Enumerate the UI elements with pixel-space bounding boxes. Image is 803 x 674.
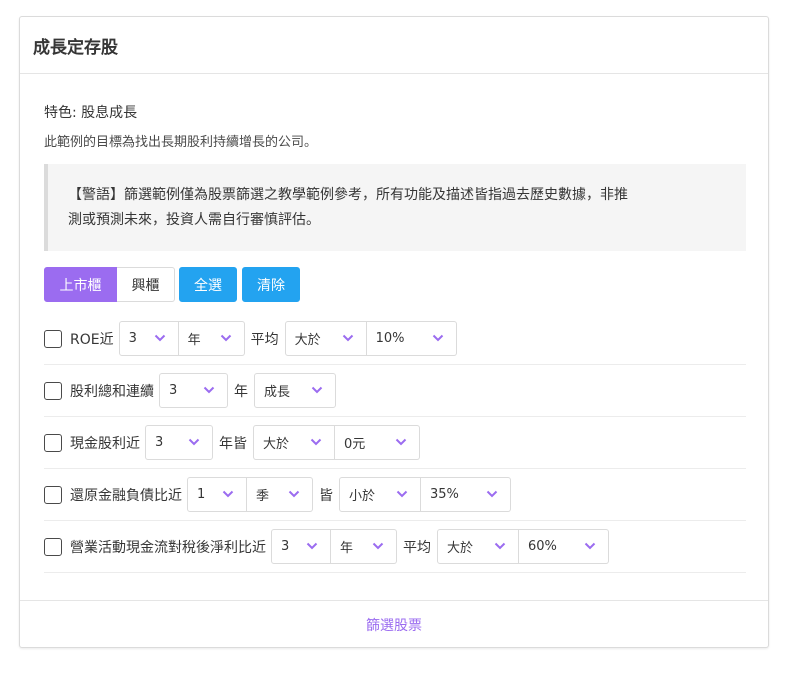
select-value: 3 — [169, 383, 178, 398]
select-value: 大於 — [294, 333, 321, 348]
condition-checkbox-cash-dividend[interactable] — [44, 433, 62, 452]
threshold-select[interactable]: 35% — [421, 477, 511, 512]
chevron-down-icon — [203, 386, 215, 394]
condition-label: 還原金融負債比近 — [70, 487, 182, 504]
chevron-down-icon — [396, 490, 408, 498]
select-all-button[interactable]: 全選 — [179, 267, 237, 302]
trend-select[interactable]: 成長 — [254, 373, 336, 408]
condition-checkbox-dividend-total[interactable] — [44, 381, 62, 400]
period-select-group: 1 季 — [187, 477, 313, 512]
select-value: 35% — [430, 487, 459, 502]
select-value: 年 — [187, 333, 201, 348]
condition-connector: 平均 — [403, 539, 431, 556]
condition-row-dividend-total: 股利總和連續 3 年 成長 — [44, 365, 746, 417]
card-footer: 篩選股票 — [20, 600, 768, 649]
select-value: 10% — [375, 331, 405, 346]
select-value: 大於 — [263, 437, 290, 452]
screen-stocks-link[interactable]: 篩選股票 — [366, 615, 422, 635]
chevron-down-icon — [342, 334, 353, 342]
chevron-down-icon — [310, 438, 322, 446]
feature-text: 特色: 股息成長 — [44, 105, 138, 121]
chevron-down-icon — [486, 490, 498, 498]
comparison-select[interactable]: 大於 — [284, 321, 367, 356]
condition-checkbox-roe[interactable] — [44, 329, 62, 348]
period-count-select[interactable]: 3 — [159, 373, 228, 408]
period-unit-select[interactable]: 季 — [247, 477, 313, 512]
condition-label: 現金股利近 — [70, 435, 140, 452]
chevron-down-icon — [372, 542, 384, 550]
condition-row-debt-ratio: 還原金融負債比近 1 季 皆 小於 35% — [44, 469, 746, 521]
card-header: 成長定存股 — [20, 17, 768, 74]
chevron-down-icon — [432, 334, 443, 342]
chevron-down-icon — [222, 490, 234, 498]
select-value: 3 — [128, 331, 137, 346]
comparison-select-group: 小於 35% — [339, 477, 511, 512]
condition-checkbox-debt-ratio[interactable] — [44, 485, 62, 504]
chevron-down-icon — [311, 386, 323, 394]
threshold-select[interactable]: 0元 — [335, 425, 420, 460]
threshold-select[interactable]: 60% — [519, 529, 609, 564]
period-unit-select[interactable]: 年 — [331, 529, 397, 564]
comparison-select-group: 大於 0元 — [253, 425, 420, 460]
select-value: 季 — [256, 489, 270, 504]
condition-checkbox-cashflow-ratio[interactable] — [44, 537, 62, 556]
select-value: 大於 — [447, 541, 474, 556]
period-select-group: 3 年 — [118, 321, 245, 356]
condition-row-roe: ROE近 3 年 平均 大於 10% — [44, 313, 746, 365]
condition-connector: 年 — [234, 383, 248, 400]
select-value: 成長 — [264, 385, 291, 400]
chevron-down-icon — [306, 542, 318, 550]
period-count-select[interactable]: 3 — [271, 529, 331, 564]
select-value: 年 — [340, 541, 354, 556]
condition-connector: 皆 — [319, 487, 333, 504]
market-button-row: 上市櫃 興櫃 全選 清除 — [44, 267, 300, 302]
condition-connector: 年皆 — [219, 435, 247, 452]
warning-box: 【警語】篩選範例僅為股票篩選之教學範例參考，所有功能及描述皆指過去歷史數據，非推… — [44, 164, 746, 251]
period-select-group: 3 — [145, 425, 213, 460]
comparison-select[interactable]: 小於 — [339, 477, 421, 512]
warning-line-1: 【警語】篩選範例僅為股票篩選之教學範例參考，所有功能及描述皆指過去歷史數據，非推 — [68, 187, 628, 203]
period-count-select[interactable]: 3 — [118, 321, 179, 356]
period-select-group: 3 — [159, 373, 228, 408]
period-count-select[interactable]: 3 — [145, 425, 213, 460]
card-title: 成長定存股 — [33, 37, 118, 58]
chevron-down-icon — [395, 438, 407, 446]
screener-card: 成長定存股 特色: 股息成長 此範例的目標為找出長期股利持續增長的公司。 【警語… — [19, 16, 769, 648]
chevron-down-icon — [154, 334, 165, 342]
period-select-group: 3 年 — [271, 529, 397, 564]
threshold-select[interactable]: 10% — [366, 321, 457, 356]
select-value: 60% — [528, 539, 557, 554]
condition-row-cash-dividend: 現金股利近 3 年皆 大於 0元 — [44, 417, 746, 469]
emerging-market-button[interactable]: 興櫃 — [117, 267, 175, 302]
condition-label: 營業活動現金流對稅後淨利比近 — [70, 539, 266, 556]
select-value: 小於 — [349, 489, 376, 504]
description-text: 此範例的目標為找出長期股利持續增長的公司。 — [44, 135, 318, 150]
select-value: 1 — [197, 487, 206, 502]
period-count-select[interactable]: 1 — [187, 477, 247, 512]
select-value: 3 — [155, 435, 164, 450]
chevron-down-icon — [220, 334, 231, 342]
chevron-down-icon — [494, 542, 506, 550]
condition-list: ROE近 3 年 平均 大於 10% 股利總和連續 3 年 成長 現金股利近 3… — [44, 313, 746, 573]
warning-line-2: 測或預測未來，投資人需自行審慎評估。 — [68, 212, 320, 228]
comparison-select-group: 大於 60% — [437, 529, 609, 564]
clear-button[interactable]: 清除 — [242, 267, 300, 302]
chevron-down-icon — [288, 490, 300, 498]
condition-row-cashflow-ratio: 營業活動現金流對稅後淨利比近 3 年 平均 大於 60% — [44, 521, 746, 573]
comparison-select-group: 成長 — [254, 373, 336, 408]
chevron-down-icon — [188, 438, 200, 446]
listed-market-button[interactable]: 上市櫃 — [44, 267, 117, 302]
select-value: 3 — [281, 539, 290, 554]
condition-label: 股利總和連續 — [70, 383, 154, 400]
chevron-down-icon — [584, 542, 596, 550]
comparison-select[interactable]: 大於 — [253, 425, 335, 460]
select-value: 0元 — [344, 437, 366, 452]
comparison-select[interactable]: 大於 — [437, 529, 519, 564]
period-unit-select[interactable]: 年 — [178, 321, 245, 356]
condition-connector: 平均 — [250, 331, 279, 348]
comparison-select-group: 大於 10% — [284, 321, 457, 356]
condition-label: ROE近 — [70, 331, 114, 348]
